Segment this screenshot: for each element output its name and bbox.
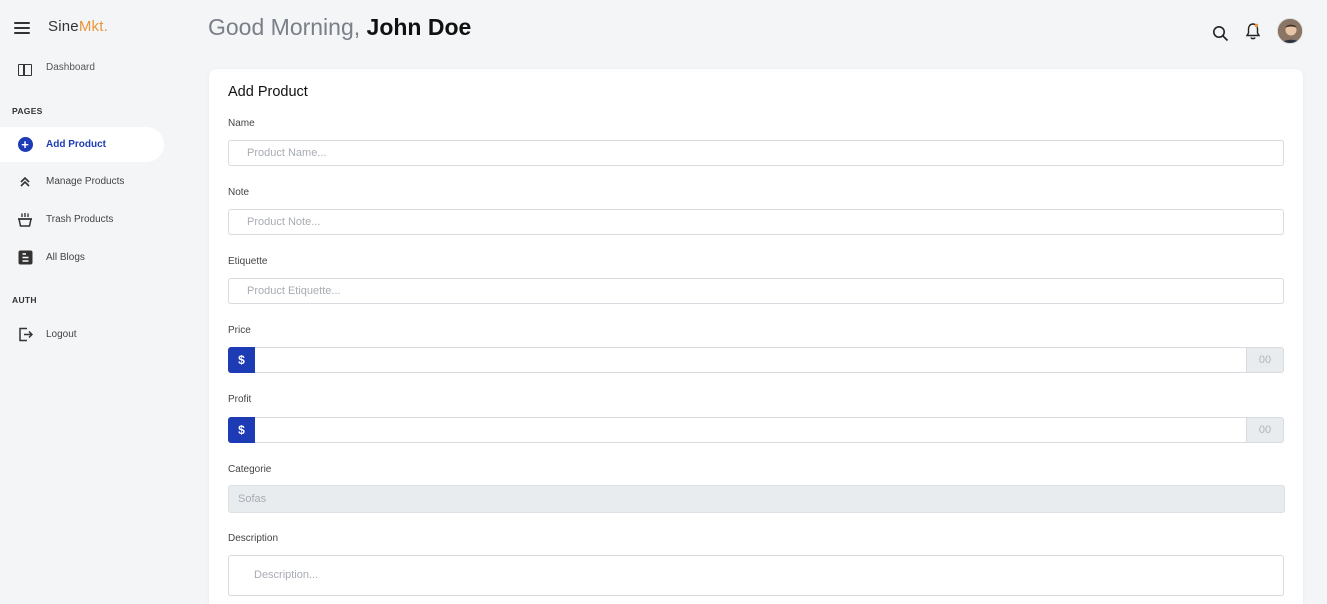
profit-input-group: $ 00	[228, 417, 1284, 443]
plus-circle-icon: +	[16, 136, 34, 154]
section-label-pages: PAGES	[12, 106, 43, 116]
section-label-auth: AUTH	[12, 295, 37, 305]
page-greeting: Good Morning, John Doe	[208, 14, 471, 41]
hamburger-menu-icon[interactable]	[14, 22, 30, 36]
brand-logo[interactable]: SineMkt.	[48, 18, 108, 35]
sidebar-item-label: Dashboard	[46, 62, 95, 73]
sidebar-item-label: Manage Products	[46, 176, 125, 187]
price-label: Price	[228, 325, 251, 336]
sidebar-item-logout[interactable]: Logout	[0, 317, 164, 352]
sidebar-item-label: Add Product	[46, 139, 106, 150]
product-name-input[interactable]	[228, 140, 1284, 166]
categorie-label: Categorie	[228, 464, 272, 475]
description-textarea[interactable]	[228, 555, 1284, 596]
categorie-select[interactable]: Sofas	[228, 485, 1285, 513]
sidebar-item-label: Trash Products	[46, 214, 114, 225]
currency-addon: $	[228, 347, 255, 373]
sidebar-item-add-product[interactable]: + Add Product	[0, 127, 164, 162]
logout-icon	[16, 326, 34, 344]
trash-basket-icon	[16, 211, 34, 229]
sidebar-item-label: All Blogs	[46, 252, 85, 263]
decimal-addon: 00	[1246, 347, 1284, 373]
sidebar-item-dashboard[interactable]: Dashboard	[16, 60, 186, 78]
user-avatar[interactable]	[1277, 18, 1303, 44]
add-product-card: Add Product Name Note Etiquette Price $ …	[209, 69, 1303, 604]
price-input[interactable]	[255, 347, 1246, 373]
dashboard-icon	[18, 64, 32, 76]
notification-bell-icon[interactable]	[1245, 22, 1261, 46]
page-title: Add Product	[228, 84, 308, 100]
greeting-text: Good Morning,	[208, 14, 367, 40]
brand-name-part2: Mkt.	[78, 18, 108, 35]
price-input-group: $ 00	[228, 347, 1284, 373]
note-label: Note	[228, 187, 250, 198]
sidebar-item-trash-products[interactable]: Trash Products	[0, 202, 164, 237]
product-etiquette-input[interactable]	[228, 278, 1284, 304]
sidebar-item-manage-products[interactable]: Manage Products	[0, 164, 164, 199]
decimal-addon: 00	[1246, 417, 1284, 443]
chevrons-up-icon	[16, 173, 34, 191]
search-icon[interactable]	[1212, 25, 1229, 47]
blogger-icon	[16, 249, 34, 267]
brand-name-part1: Sine	[48, 18, 79, 35]
user-name: John Doe	[366, 14, 472, 40]
profit-input[interactable]	[255, 417, 1246, 443]
sidebar-item-all-blogs[interactable]: All Blogs	[0, 240, 164, 275]
profit-label: Profit	[228, 394, 252, 405]
product-note-input[interactable]	[228, 209, 1284, 235]
name-label: Name	[228, 118, 255, 129]
sidebar-item-label: Logout	[46, 329, 77, 340]
sidebar: SineMkt. Dashboard PAGES + Add Product M…	[0, 0, 190, 604]
description-label: Description	[228, 533, 279, 544]
etiquette-label: Etiquette	[228, 256, 268, 267]
currency-addon: $	[228, 417, 255, 443]
